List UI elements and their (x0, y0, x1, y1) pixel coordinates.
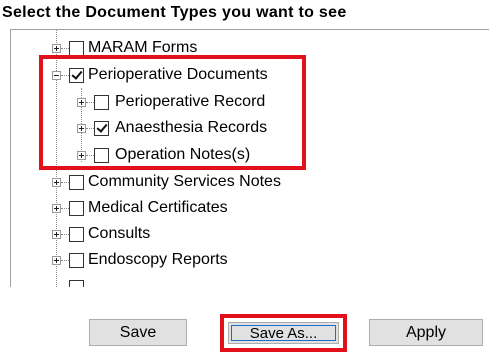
tree-connector (61, 260, 69, 261)
tree-item-perioperative-record[interactable]: Perioperative Record (11, 90, 489, 116)
tree-item-label: Medical Certificates (88, 199, 228, 216)
tree-item-community-services-notes[interactable]: Community Services Notes (11, 170, 489, 196)
tree-connector (61, 234, 69, 235)
tree-item-medical-certificates[interactable]: Medical Certificates (11, 196, 489, 222)
tree-connector (86, 128, 94, 129)
tree-item-label: Endoscopy Reports (88, 251, 228, 268)
tree-item-label: MARAM Forms (88, 39, 198, 56)
tree-connector (61, 48, 69, 49)
expand-icon[interactable] (52, 178, 61, 187)
checkbox-checked[interactable] (94, 121, 109, 136)
tree-connector (61, 75, 69, 76)
expand-icon[interactable] (77, 151, 86, 160)
checkbox[interactable] (94, 95, 109, 110)
tree-item-label: Perioperative Record (115, 93, 266, 110)
expand-icon[interactable] (52, 204, 61, 213)
expand-icon[interactable] (77, 98, 86, 107)
checkbox[interactable] (69, 175, 84, 190)
expand-icon[interactable] (77, 124, 86, 133)
tree-item-label: Consults (88, 225, 151, 242)
checkbox[interactable] (94, 148, 109, 163)
expand-icon[interactable] (52, 44, 61, 53)
tree-item-partial (11, 275, 489, 287)
expand-icon[interactable] (52, 230, 61, 239)
tree-connector (86, 102, 94, 103)
tree-item-anaesthesia-records[interactable]: Anaesthesia Records (11, 116, 489, 142)
collapse-icon[interactable] (52, 71, 61, 80)
tree-connector (61, 182, 69, 183)
page-title: Select the Document Types you want to se… (2, 4, 347, 21)
expand-icon[interactable] (52, 256, 61, 265)
tree-item-maram-forms[interactable]: MARAM Forms (11, 36, 489, 62)
apply-button[interactable]: Apply (369, 319, 483, 346)
tree-item-operation-notes[interactable]: Operation Notes(s) (11, 143, 489, 169)
tree-item-consults[interactable]: Consults (11, 222, 489, 248)
checkbox[interactable] (69, 41, 84, 56)
checkbox[interactable] (69, 227, 84, 242)
tree-item-perioperative-documents[interactable]: Perioperative Documents (11, 63, 489, 89)
tree-connector (86, 155, 94, 156)
tree-item-label: Community Services Notes (88, 173, 281, 190)
checkbox[interactable] (69, 201, 84, 216)
tree-item-label: Anaesthesia Records (115, 119, 268, 136)
checkbox (69, 280, 84, 287)
save-button[interactable]: Save (89, 319, 187, 346)
save-as-button[interactable]: Save As... (228, 322, 339, 344)
checkbox-checked[interactable] (69, 68, 84, 83)
tree-item-label: Operation Notes(s) (115, 146, 251, 163)
checkbox[interactable] (69, 253, 84, 268)
tree-item-label: Perioperative Documents (88, 66, 268, 83)
document-type-tree[interactable]: MARAM Forms Perioperative Documents Peri… (10, 29, 489, 287)
tree-item-endoscopy-reports[interactable]: Endoscopy Reports (11, 248, 489, 274)
save-as-label: Save As... (249, 324, 318, 342)
tree-connector (61, 208, 69, 209)
